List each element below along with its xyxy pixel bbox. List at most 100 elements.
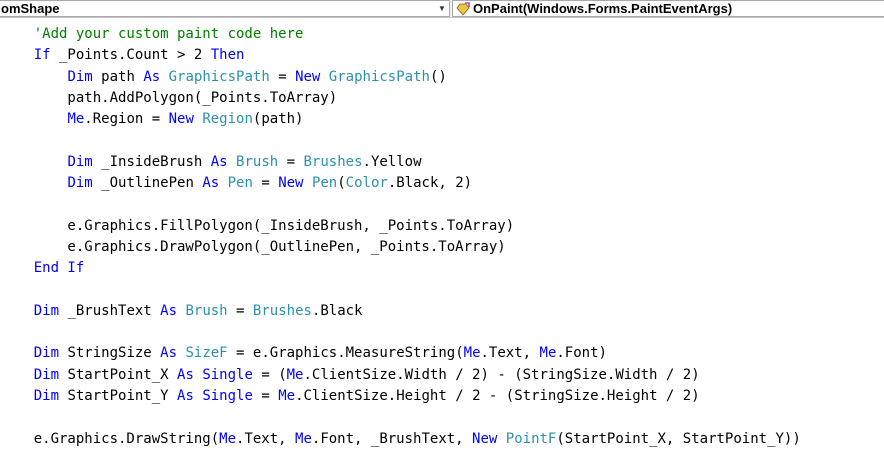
code-keyword: Dim: [33, 388, 60, 405]
code-text: (path): [252, 111, 304, 128]
code-line[interactable]: Dim StringSize As SizeF = e.Graphics.Mea…: [0, 343, 884, 364]
chevron-down-icon[interactable]: ▼: [437, 1, 447, 16]
code-keyword: Dim: [33, 366, 60, 383]
code-type: Brushes: [252, 302, 312, 319]
code-keyword: Dim: [67, 175, 93, 192]
code-text: .Text,: [236, 430, 296, 447]
code-text: .Font): [556, 345, 607, 362]
code-line[interactable]: e.Graphics.DrawPolygon(_OutlinePen, _Poi…: [0, 237, 884, 258]
code-keyword: Me: [67, 111, 85, 128]
code-keyword: Me: [463, 345, 481, 362]
code-type: PointF: [505, 430, 557, 447]
method-name-dropdown[interactable]: OnPaint(Windows.Forms.PaintEventArgs): [452, 0, 884, 17]
code-keyword: Me: [295, 430, 312, 447]
code-type: GraphicsPath: [168, 68, 270, 85]
code-keyword: Dim: [33, 302, 60, 319]
code-line[interactable]: End If: [0, 258, 884, 279]
code-text: =: [269, 68, 296, 85]
code-line[interactable]: path.AddPolygon(_Points.ToArray): [0, 88, 884, 109]
code-line[interactable]: Dim _InsideBrush As Brush = Brushes.Yell…: [0, 152, 884, 173]
code-line[interactable]: Me.Region = New Region(path): [0, 109, 884, 130]
code-line[interactable]: If _Points.Count > 2 Then: [0, 45, 884, 66]
code-line[interactable]: Dim _OutlinePen As Pen = New Pen(Color.B…: [0, 173, 884, 194]
code-line[interactable]: Dim _BrushText As Brush = Brushes.Black: [0, 301, 884, 322]
code-keyword: As: [177, 366, 194, 383]
code-line[interactable]: [0, 194, 884, 215]
code-keyword: Dim: [33, 345, 60, 362]
navigation-bar: omShape ▼ OnPaint(Windows.Forms.PaintEve…: [0, 0, 884, 18]
code-line[interactable]: [0, 130, 884, 151]
code-type: Brush: [236, 153, 279, 170]
code-type: Brush: [185, 302, 228, 319]
code-text: .Black, 2): [387, 175, 473, 192]
code-text: .ClientSize.Height / 2 - (StringSize.Hei…: [295, 388, 700, 405]
code-text: .Region =: [84, 111, 169, 128]
code-keyword: New: [278, 175, 304, 192]
code-text: StartPoint_X: [59, 366, 178, 383]
code-line[interactable]: 'Add your custom paint code here: [0, 24, 884, 45]
code-text: _OutlinePen: [92, 175, 203, 192]
code-text: .Yellow: [362, 153, 422, 170]
code-type: Region: [202, 111, 253, 128]
code-text: path: [92, 68, 144, 85]
code-keyword: New: [472, 430, 498, 447]
code-text: e.Graphics.DrawString(: [0, 430, 220, 447]
code-type: Brushes: [303, 153, 363, 170]
code-line[interactable]: [0, 280, 884, 301]
code-text: =: [278, 153, 304, 170]
code-keyword: Me: [278, 388, 296, 405]
code-keyword: Me: [539, 345, 557, 362]
code-text: .Black: [311, 302, 363, 319]
code-keyword: As: [160, 345, 178, 362]
code-keyword: Single: [202, 388, 253, 405]
code-text: .ClientSize.Width / 2) - (StringSize.Wid…: [303, 366, 700, 383]
code-text: StartPoint_Y: [59, 388, 178, 405]
code-keyword: If: [33, 47, 51, 64]
code-keyword: New: [295, 68, 321, 85]
code-text: = e.Graphics.MeasureString(: [227, 345, 464, 362]
code-line[interactable]: Dim StartPoint_Y As Single = Me.ClientSi…: [0, 386, 884, 407]
code-line[interactable]: Dim path As GraphicsPath = New GraphicsP…: [0, 67, 884, 88]
code-type: GraphicsPath: [328, 68, 430, 85]
code-text: = (: [252, 366, 287, 383]
code-text: path.AddPolygon(_Points.ToArray): [0, 89, 338, 106]
code-keyword: Then: [210, 47, 245, 64]
code-keyword: As: [143, 68, 161, 85]
class-name-value: omShape: [1, 1, 60, 16]
code-keyword: As: [160, 302, 178, 319]
code-type: Color: [345, 175, 388, 192]
code-keyword: End If: [33, 260, 85, 277]
code-text: e.Graphics.DrawPolygon(_OutlinePen, _Poi…: [0, 238, 506, 255]
class-name-dropdown[interactable]: omShape ▼: [0, 0, 450, 17]
code-text: .Text,: [480, 345, 540, 362]
code-line[interactable]: e.Graphics.DrawString(Me.Text, Me.Font, …: [0, 429, 884, 450]
code-keyword: As: [202, 175, 220, 192]
code-line[interactable]: [0, 407, 884, 428]
code-text: e.Graphics.FillPolygon(_InsideBrush, _Po…: [0, 217, 515, 234]
code-text: _InsideBrush: [92, 153, 211, 170]
code-text: =: [252, 175, 279, 192]
code-line[interactable]: e.Graphics.FillPolygon(_InsideBrush, _Po…: [0, 216, 884, 237]
code-editor[interactable]: 'Add your custom paint code here If _Poi…: [0, 24, 884, 450]
code-line[interactable]: [0, 322, 884, 343]
code-keyword: New: [168, 111, 194, 128]
code-text: .Font, _BrushText,: [311, 430, 473, 447]
code-line[interactable]: Dim StartPoint_X As Single = (Me.ClientS…: [0, 365, 884, 386]
method-name-value: OnPaint(Windows.Forms.PaintEventArgs): [473, 1, 733, 16]
code-keyword: Dim: [67, 68, 93, 85]
code-text: _Points.Count > 2: [50, 47, 211, 64]
code-keyword: As: [177, 388, 194, 405]
